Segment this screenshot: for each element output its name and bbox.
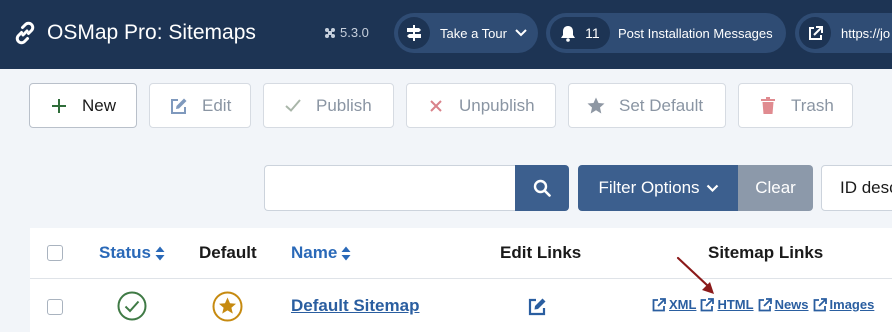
external-link-icon [758, 297, 772, 311]
post-installation-messages-button[interactable]: 11 Post Installation Messages [546, 13, 786, 53]
default-header-label: Default [199, 243, 257, 262]
top-header: OSMap Pro: Sitemaps 5.3.0 Take a Tour 11… [0, 0, 892, 69]
filter-options-button[interactable]: Filter Options [578, 165, 739, 211]
news-link-label: News [774, 297, 809, 312]
publish-label: Publish [316, 95, 372, 115]
version-label: 5.3.0 [324, 25, 369, 40]
edit-links-header-label: Edit Links [500, 243, 582, 262]
select-all-checkbox[interactable] [47, 245, 63, 261]
filter-options-label: Filter Options [598, 178, 700, 197]
unpublish-button[interactable]: Unpublish [406, 83, 556, 128]
new-label: New [82, 95, 117, 115]
external-link-icon [799, 17, 831, 49]
publish-button[interactable]: Publish [263, 83, 394, 128]
search-button[interactable] [515, 165, 569, 211]
chevron-down-icon [515, 29, 527, 37]
external-link-icon [813, 297, 827, 311]
news-sitemap-link[interactable]: News [758, 297, 809, 312]
sort-icon [155, 246, 165, 260]
edit-icon [170, 97, 188, 115]
html-link-label: HTML [717, 297, 754, 312]
trash-label: Trash [791, 95, 834, 115]
row-checkbox[interactable] [47, 299, 63, 315]
signpost-icon [398, 17, 430, 49]
star-icon [587, 97, 605, 115]
bell-icon [561, 25, 576, 42]
sitemap-name-link[interactable]: Default Sitemap [291, 296, 419, 316]
sitemap-links-header-label: Sitemap Links [708, 243, 824, 262]
take-a-tour-button[interactable]: Take a Tour [394, 13, 538, 53]
unpublish-label: Unpublish [459, 95, 535, 115]
view-site-link[interactable]: https://jo [795, 13, 892, 53]
toolbar: New Edit Publish Unpublish Set Default T… [0, 69, 892, 143]
joomla-icon [325, 27, 335, 38]
check-icon [284, 97, 302, 115]
sort-select[interactable]: ID desc [821, 165, 892, 211]
status-header-label: Status [99, 243, 151, 262]
tour-label: Take a Tour [440, 25, 507, 41]
set-default-label: Set Default [619, 95, 704, 115]
default-star-icon[interactable] [212, 291, 243, 322]
sort-icon [341, 246, 351, 260]
search-icon [533, 179, 551, 197]
images-sitemap-link[interactable]: Images [813, 297, 875, 312]
edit-label: Edit [202, 95, 232, 115]
post-install-label: Post Installation Messages [618, 25, 773, 41]
count-badge: 11 [585, 25, 600, 41]
name-column-header[interactable]: Name [291, 243, 351, 263]
new-button[interactable]: New [29, 83, 137, 128]
set-default-button[interactable]: Set Default [568, 83, 726, 128]
annotation-arrow-icon [676, 256, 714, 294]
sitemap-links-column-header: Sitemap Links [708, 243, 823, 263]
times-icon [427, 97, 445, 115]
brand: OSMap Pro: Sitemaps [12, 20, 256, 46]
version-text: 5.3.0 [340, 25, 369, 40]
sort-value: ID desc [840, 178, 892, 197]
chevron-down-icon [706, 184, 718, 192]
edit-links-icon[interactable] [528, 297, 547, 316]
clear-label: Clear [755, 178, 796, 197]
external-link-icon [652, 297, 666, 311]
edit-links-column-header: Edit Links [500, 243, 581, 263]
images-link-label: Images [829, 297, 875, 312]
trash-icon [759, 97, 777, 115]
plus-icon [50, 97, 68, 115]
notification-count: 11 [550, 17, 610, 49]
site-url: https://jo [841, 25, 891, 41]
published-check-icon[interactable] [117, 291, 147, 321]
status-column-header[interactable]: Status [99, 243, 165, 263]
clear-button[interactable]: Clear [738, 165, 813, 211]
edit-button[interactable]: Edit [149, 83, 251, 128]
link-chain-icon [15, 21, 35, 45]
table-header-divider [30, 278, 892, 279]
trash-button[interactable]: Trash [738, 83, 853, 128]
default-column-header: Default [199, 243, 257, 263]
name-header-label: Name [291, 243, 338, 262]
search-input[interactable] [264, 165, 516, 211]
page-title: OSMap Pro: Sitemaps [47, 21, 256, 44]
